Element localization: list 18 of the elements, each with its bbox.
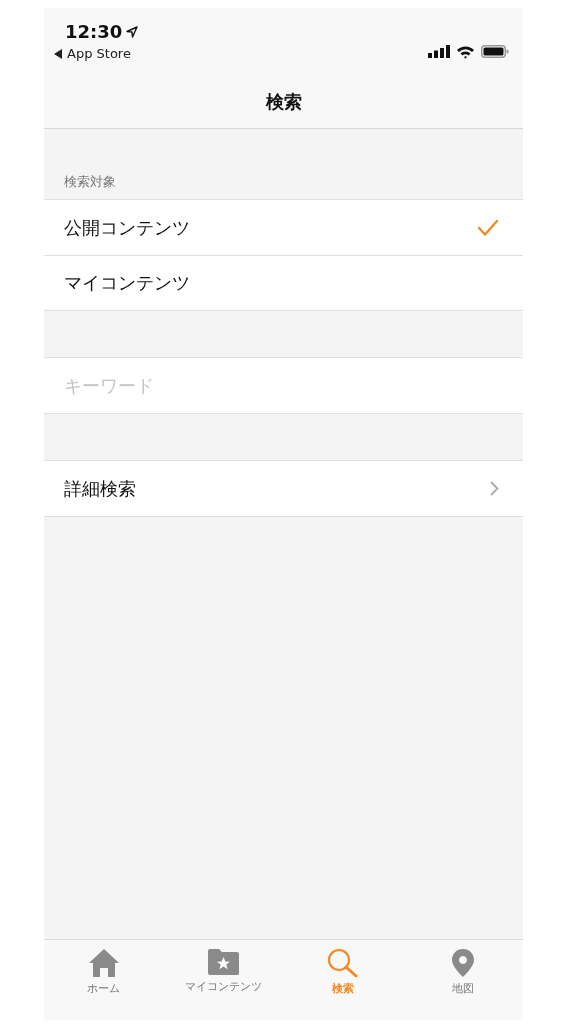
tab-bar-item[interactable]: マイコンテンツ [163, 940, 284, 1020]
folder-star-icon [207, 948, 241, 976]
home-icon [87, 948, 120, 978]
tab-bar-item[interactable]: ホーム [44, 940, 164, 1020]
map-pin-icon [451, 948, 476, 978]
chevron-right-icon [490, 481, 499, 496]
tab-bar-item[interactable]: 地図 [403, 940, 523, 1020]
section-header: 検索対象 [64, 173, 116, 191]
search-icon [327, 948, 360, 978]
keyword-field[interactable]: キーワード [44, 357, 523, 414]
location-arrow-icon [126, 25, 139, 38]
wifi-icon [456, 44, 475, 59]
clock-time: 12:30 [65, 21, 123, 42]
back-triangle-icon [54, 48, 63, 59]
back-to-app-store-link[interactable]: App Store [54, 46, 139, 61]
signal-icon [428, 45, 450, 58]
battery-icon [481, 45, 509, 58]
nav-title: 検索 [265, 89, 302, 114]
